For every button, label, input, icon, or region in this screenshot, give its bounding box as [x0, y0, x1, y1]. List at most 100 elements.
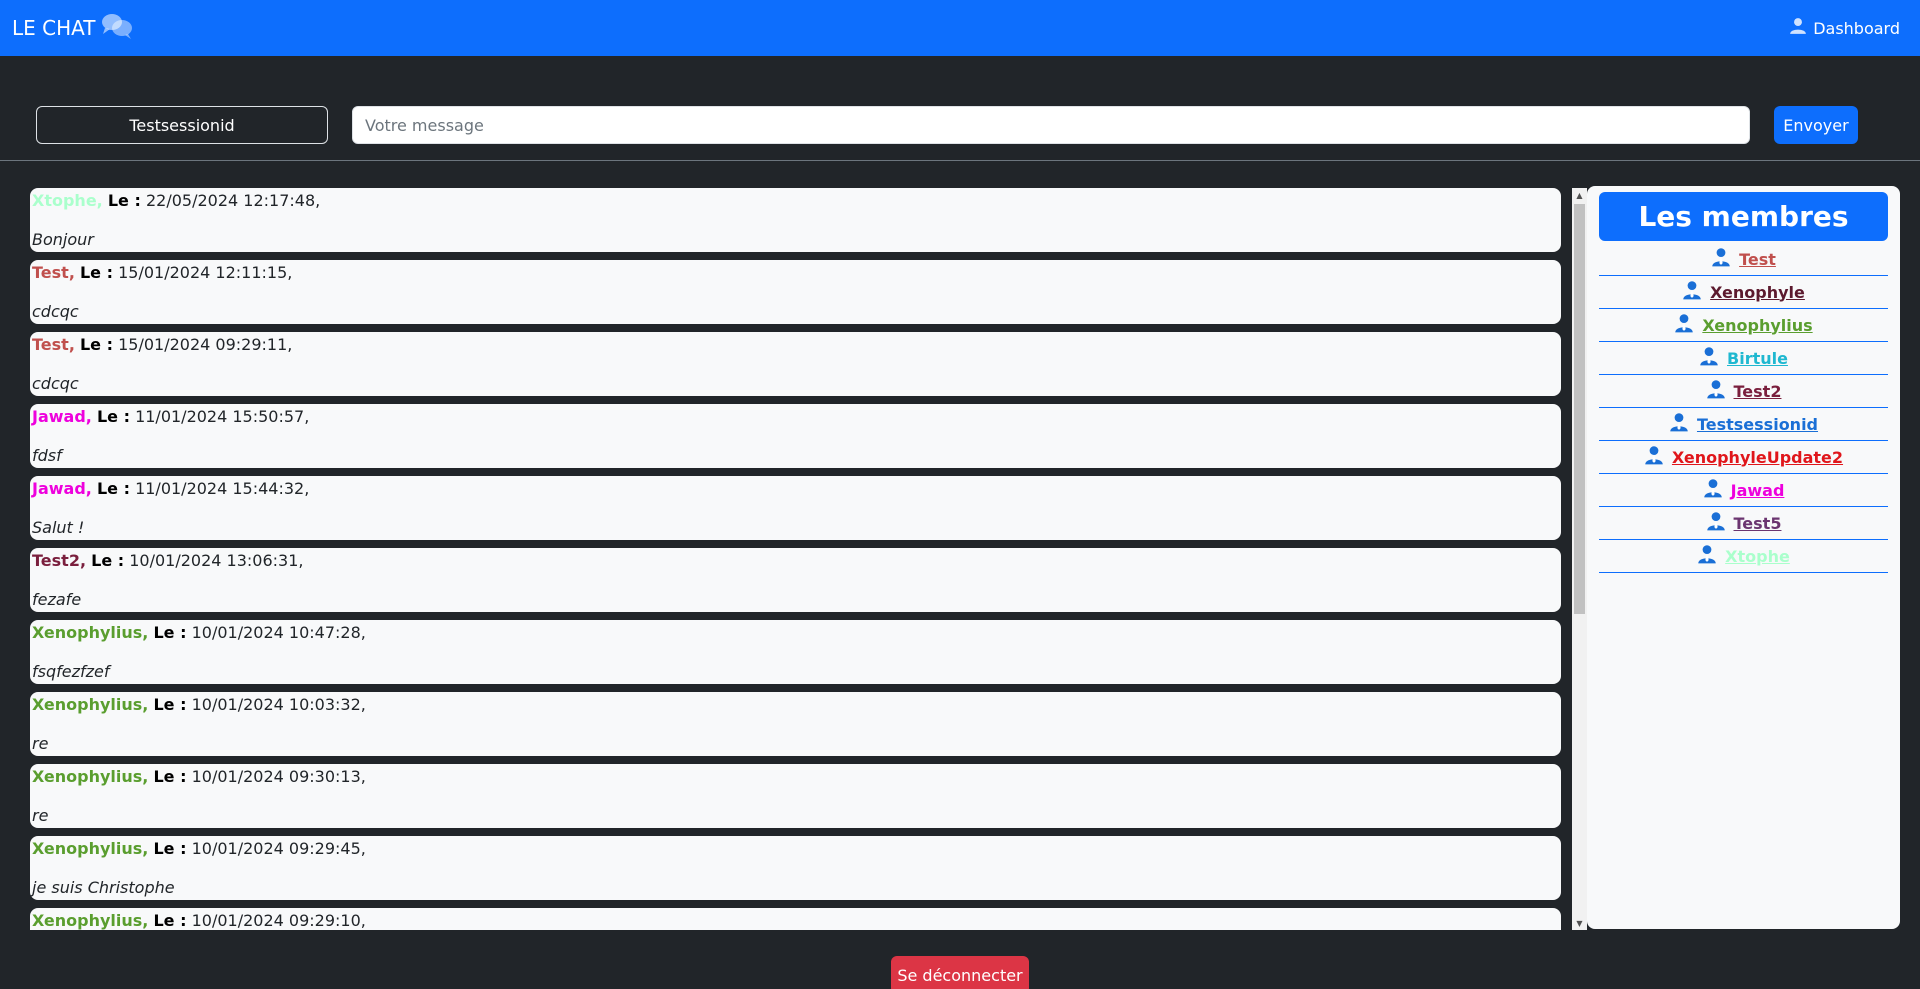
message-author: Jawad, [32, 479, 92, 498]
member-item[interactable]: Xenophyle [1599, 276, 1888, 309]
message-text: re [32, 734, 49, 753]
member-name[interactable]: Xtophe [1725, 547, 1790, 566]
message-list[interactable]: Xtophe, Le : 22/05/2024 12:17:48, Bonjour… [30, 188, 1587, 930]
user-tie-icon [1674, 313, 1694, 337]
member-name[interactable]: Test [1739, 250, 1776, 269]
message-item: Xenophylius, Le : 10/01/2024 09:29:45, je… [30, 836, 1561, 900]
message-item: Jawad, Le : 11/01/2024 15:50:57, fdsf [30, 404, 1561, 468]
member-name[interactable]: Birtule [1727, 349, 1788, 368]
message-text: re [32, 806, 49, 825]
message-date-label: Le : [79, 263, 113, 282]
message-item: Test, Le : 15/01/2024 09:29:11, cdcqc [30, 332, 1561, 396]
message-date-label: Le : [107, 191, 141, 210]
compose-bar: Testsessionid Envoyer [0, 56, 1920, 161]
message-header: Test, Le : 15/01/2024 12:11:15, [32, 262, 1559, 284]
member-item[interactable]: Xtophe [1599, 540, 1888, 573]
chat-bubbles-icon [100, 11, 134, 46]
session-name-display: Testsessionid [36, 106, 328, 144]
message-author: Jawad, [32, 407, 92, 426]
message-date: 10/01/2024 09:30:13, [191, 767, 366, 786]
message-author: Xenophylius, [32, 911, 149, 930]
member-item[interactable]: Testsessionid [1599, 408, 1888, 441]
dashboard-link[interactable]: Dashboard [1789, 17, 1900, 39]
message-header: Xenophylius, Le : 10/01/2024 09:30:13, [32, 766, 1559, 788]
message-header: Jawad, Le : 11/01/2024 15:50:57, [32, 406, 1559, 428]
user-tie-icon [1644, 445, 1664, 469]
send-button[interactable]: Envoyer [1774, 106, 1858, 144]
message-text: cdcqc [32, 374, 79, 393]
message-text: cdcqc [32, 302, 79, 321]
message-header: Xenophylius, Le : 10/01/2024 10:03:32, [32, 694, 1559, 716]
message-header: Test2, Le : 10/01/2024 13:06:31, [32, 550, 1559, 572]
message-author: Xenophylius, [32, 695, 149, 714]
member-item[interactable]: Test2 [1599, 375, 1888, 408]
message-list-scrollbar[interactable]: ▲ ▼ [1572, 188, 1587, 930]
message-text: Salut ! [32, 518, 85, 537]
message-date-label: Le : [153, 839, 187, 858]
message-header: Xenophylius, Le : 10/01/2024 09:29:10, [32, 910, 1559, 930]
user-tie-icon [1703, 478, 1723, 502]
members-panel: Les membres Test Xenophyle Xenophylius Birt… [1587, 186, 1900, 929]
message-text: fdsf [32, 446, 62, 465]
message-item: Xenophylius, Le : 10/01/2024 09:29:10, [30, 908, 1561, 930]
dashboard-label: Dashboard [1813, 18, 1900, 38]
message-item: Xenophylius, Le : 10/01/2024 10:47:28, fs… [30, 620, 1561, 684]
message-item: Xenophylius, Le : 10/01/2024 09:30:13, re [30, 764, 1561, 828]
message-date-label: Le : [153, 695, 187, 714]
message-date: 15/01/2024 09:29:11, [118, 335, 293, 354]
message-date-label: Le : [153, 623, 187, 642]
member-name[interactable]: Testsessionid [1697, 415, 1818, 434]
message-date: 10/01/2024 09:29:10, [191, 911, 366, 930]
message-author: Xenophylius, [32, 839, 149, 858]
member-item[interactable]: Test [1599, 243, 1888, 276]
member-list: Test Xenophyle Xenophylius Birtule Test2 Test… [1599, 243, 1888, 573]
message-date-label: Le : [96, 479, 130, 498]
brand-title: LE CHAT [12, 16, 96, 40]
member-name[interactable]: Test5 [1734, 514, 1782, 533]
member-name[interactable]: XenophyleUpdate2 [1672, 448, 1843, 467]
member-item[interactable]: Jawad [1599, 474, 1888, 507]
message-date: 15/01/2024 12:11:15, [118, 263, 293, 282]
member-name[interactable]: Xenophyle [1710, 283, 1805, 302]
scrollbar-thumb[interactable] [1574, 204, 1585, 614]
message-header: Test, Le : 15/01/2024 09:29:11, [32, 334, 1559, 356]
user-tie-icon [1697, 544, 1717, 568]
message-date-label: Le : [96, 407, 130, 426]
message-date: 10/01/2024 10:47:28, [191, 623, 366, 642]
member-item[interactable]: XenophyleUpdate2 [1599, 441, 1888, 474]
message-date: 11/01/2024 15:50:57, [135, 407, 310, 426]
brand-link[interactable]: LE CHAT [12, 11, 134, 46]
member-name[interactable]: Jawad [1731, 481, 1785, 500]
user-tie-icon [1699, 346, 1719, 370]
member-name[interactable]: Test2 [1734, 382, 1782, 401]
user-tie-icon [1711, 247, 1731, 271]
members-title: Les membres [1599, 192, 1888, 241]
user-tie-icon [1706, 379, 1726, 403]
message-date: 10/01/2024 09:29:45, [191, 839, 366, 858]
message-date-label: Le : [153, 767, 187, 786]
message-date-label: Le : [153, 911, 187, 930]
message-date: 10/01/2024 13:06:31, [129, 551, 304, 570]
message-item: Xtophe, Le : 22/05/2024 12:17:48, Bonjour [30, 188, 1561, 252]
user-tie-icon [1706, 511, 1726, 535]
member-item[interactable]: Xenophylius [1599, 309, 1888, 342]
message-author: Xtophe, [32, 191, 103, 210]
message-text: je suis Christophe [32, 878, 175, 897]
message-header: Jawad, Le : 11/01/2024 15:44:32, [32, 478, 1559, 500]
member-item[interactable]: Birtule [1599, 342, 1888, 375]
logout-button[interactable]: Se déconnecter [891, 956, 1029, 989]
member-item[interactable]: Test5 [1599, 507, 1888, 540]
scroll-down-arrow-icon[interactable]: ▼ [1572, 916, 1587, 930]
user-icon [1789, 17, 1807, 39]
message-author: Test, [32, 263, 75, 282]
message-item: Jawad, Le : 11/01/2024 15:44:32, Salut ! [30, 476, 1561, 540]
message-header: Xenophylius, Le : 10/01/2024 09:29:45, [32, 838, 1559, 860]
scroll-up-arrow-icon[interactable]: ▲ [1572, 188, 1587, 202]
top-navbar: LE CHAT Dashboard [0, 0, 1920, 56]
member-name[interactable]: Xenophylius [1702, 316, 1812, 335]
message-date: 22/05/2024 12:17:48, [145, 191, 321, 210]
message-author: Test, [32, 335, 75, 354]
message-header: Xenophylius, Le : 10/01/2024 10:47:28, [32, 622, 1559, 644]
message-input[interactable] [352, 106, 1750, 144]
message-item: Xenophylius, Le : 10/01/2024 10:03:32, re [30, 692, 1561, 756]
